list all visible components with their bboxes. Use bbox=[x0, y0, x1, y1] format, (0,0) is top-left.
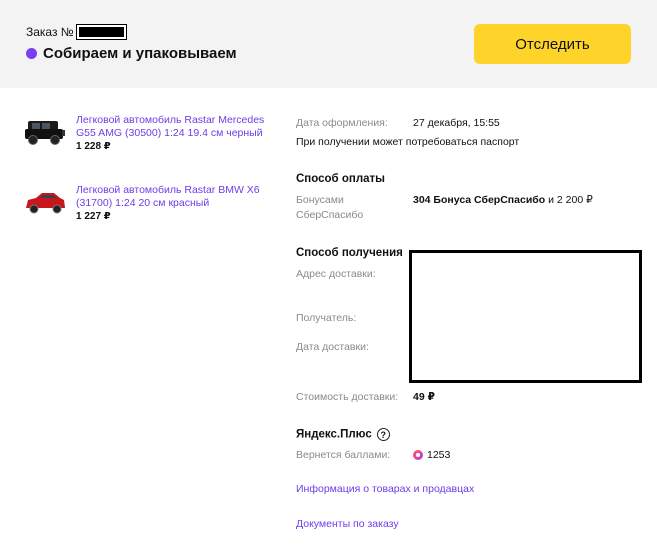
cashback-value: 1253 bbox=[427, 449, 451, 461]
plus-title: Яндекс.Плюс bbox=[296, 428, 372, 441]
order-item: Легковой автомобиль Rastar BMW X6 (31700… bbox=[22, 184, 271, 222]
order-documents-link[interactable]: Документы по заказу bbox=[296, 518, 399, 530]
passport-note: При получении может потребоваться паспор… bbox=[296, 136, 520, 148]
order-date-label: Дата оформления: bbox=[296, 117, 388, 129]
red-suv-icon[interactable] bbox=[22, 184, 68, 220]
order-item: Легковой автомобиль Rastar Mercedes G55 … bbox=[22, 114, 271, 152]
delivery-cost-label: Стоимость доставки: bbox=[296, 391, 399, 403]
order-status: Собираем и упаковываем bbox=[26, 45, 237, 62]
payment-label-line2: СберСпасибо bbox=[296, 209, 364, 221]
payment-bonus: 304 Бонуса СберСпасибо bbox=[413, 194, 546, 206]
order-date-value: 27 декабря, 15:55 bbox=[413, 117, 500, 129]
recipient-label: Получатель: bbox=[296, 312, 357, 324]
payment-value: 304 Бонуса СберСпасибо и 2 200 ₽ bbox=[413, 194, 593, 207]
black-suv-icon[interactable] bbox=[22, 114, 68, 150]
order-number: Заказ № bbox=[26, 24, 127, 40]
order-header: Заказ № Собираем и упаковываем Отследить bbox=[0, 0, 657, 88]
delivery-title: Способ получения bbox=[296, 247, 403, 259]
item-title-link[interactable]: Легковой автомобиль Rastar BMW X6 (31700… bbox=[76, 184, 271, 209]
item-price: 1 227 ₽ bbox=[76, 211, 111, 222]
cashback-label: Вернется баллами: bbox=[296, 449, 391, 461]
product-info-link[interactable]: Информация о товарах и продавцах bbox=[296, 483, 474, 495]
item-price: 1 228 ₽ bbox=[76, 141, 111, 152]
plus-section: Яндекс.Плюс? bbox=[296, 428, 390, 441]
redacted-delivery-info bbox=[409, 250, 642, 383]
status-text: Собираем и упаковываем bbox=[43, 45, 237, 62]
status-dot-icon bbox=[26, 48, 37, 59]
address-label: Адрес доставки: bbox=[296, 268, 376, 280]
plus-points-icon bbox=[413, 450, 423, 460]
help-icon[interactable]: ? bbox=[376, 428, 390, 441]
delivery-date-label: Дата доставки: bbox=[296, 341, 369, 353]
item-title-link[interactable]: Легковой автомобиль Rastar Mercedes G55 … bbox=[76, 114, 271, 139]
track-button[interactable]: Отследить bbox=[474, 24, 631, 64]
order-number-label: Заказ № bbox=[26, 25, 74, 39]
payment-label-line1: Бонусами bbox=[296, 194, 344, 206]
payment-rest: и 2 200 ₽ bbox=[545, 194, 593, 206]
order-number-redacted bbox=[75, 24, 127, 40]
delivery-cost-value: 49 ₽ bbox=[413, 391, 435, 403]
payment-title: Способ оплаты bbox=[296, 173, 385, 185]
